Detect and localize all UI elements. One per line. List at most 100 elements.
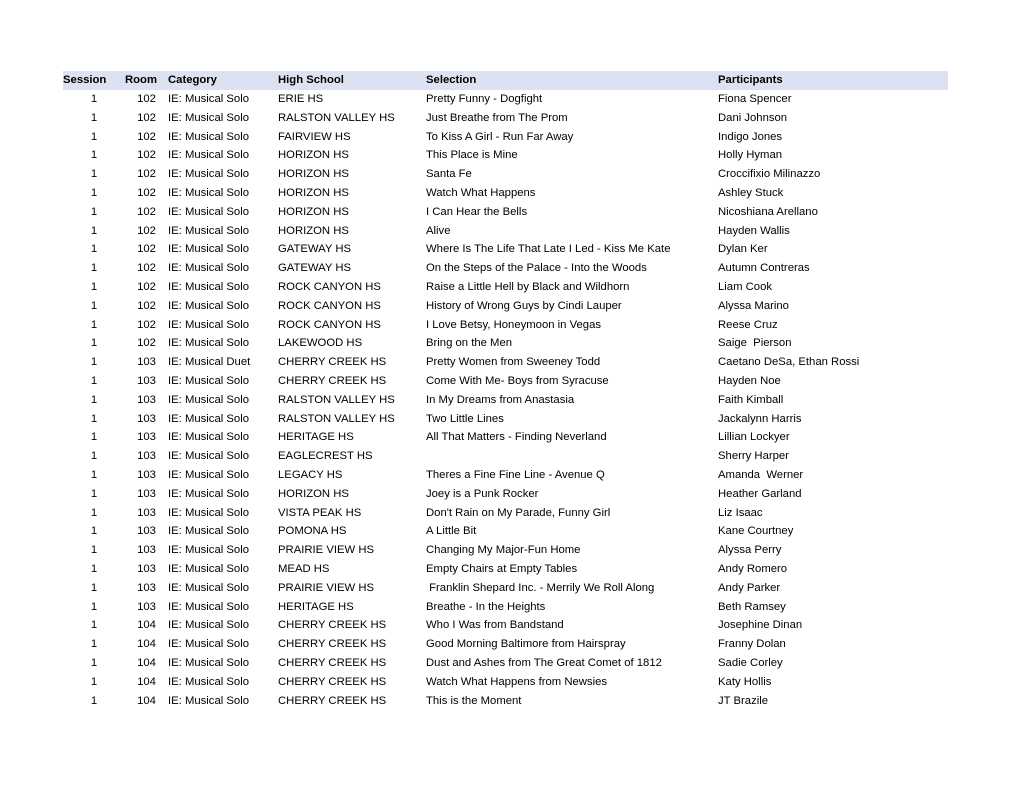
cell-session[interactable]: 1 (63, 504, 125, 523)
cell-session[interactable]: 1 (63, 692, 125, 711)
cell-high-school[interactable]: EAGLECREST HS (278, 447, 426, 466)
table-row[interactable]: 1 104 IE: Musical Solo CHERRY CREEK HS Watch… (63, 673, 948, 692)
cell-session[interactable]: 1 (63, 541, 125, 560)
cell-session[interactable]: 1 (63, 673, 125, 692)
cell-high-school[interactable]: RALSTON VALLEY HS (278, 109, 426, 128)
table-row[interactable]: 1 102 IE: Musical Solo ROCK CANYON HS Histor… (63, 297, 948, 316)
cell-category[interactable]: IE: Musical Solo (168, 184, 278, 203)
table-row[interactable]: 1 103 IE: Musical Solo LEGACY HS Theres a Fi… (63, 466, 948, 485)
cell-category[interactable]: IE: Musical Solo (168, 428, 278, 447)
cell-high-school[interactable]: ROCK CANYON HS (278, 316, 426, 335)
cell-room[interactable]: 103 (125, 560, 168, 579)
cell-high-school[interactable]: HORIZON HS (278, 485, 426, 504)
table-row[interactable]: 1 104 IE: Musical Solo CHERRY CREEK HS Who I… (63, 616, 948, 635)
cell-category[interactable]: IE: Musical Solo (168, 654, 278, 673)
cell-session[interactable]: 1 (63, 372, 125, 391)
column-header-high-school[interactable]: High School (278, 71, 426, 90)
cell-selection[interactable]: Alive (426, 222, 718, 241)
cell-high-school[interactable]: HERITAGE HS (278, 598, 426, 617)
table-row[interactable]: 1 102 IE: Musical Solo GATEWAY HS Where Is T… (63, 240, 948, 259)
cell-participants[interactable]: Saige Pierson (718, 334, 948, 353)
cell-category[interactable]: IE: Musical Solo (168, 616, 278, 635)
cell-room[interactable]: 103 (125, 522, 168, 541)
cell-selection[interactable]: Pretty Funny - Dogfight (426, 90, 718, 109)
cell-category[interactable]: IE: Musical Solo (168, 259, 278, 278)
cell-session[interactable]: 1 (63, 353, 125, 372)
cell-session[interactable]: 1 (63, 222, 125, 241)
table-row[interactable]: 1 103 IE: Musical Solo POMONA HS A Little Bi… (63, 522, 948, 541)
cell-category[interactable]: IE: Musical Duet (168, 353, 278, 372)
cell-room[interactable]: 104 (125, 616, 168, 635)
cell-participants[interactable]: Andy Parker (718, 579, 948, 598)
cell-participants[interactable]: Heather Garland (718, 485, 948, 504)
cell-session[interactable]: 1 (63, 522, 125, 541)
table-row[interactable]: 1 103 IE: Musical Solo HERITAGE HS All That … (63, 428, 948, 447)
cell-category[interactable]: IE: Musical Solo (168, 334, 278, 353)
cell-room[interactable]: 102 (125, 297, 168, 316)
cell-session[interactable]: 1 (63, 128, 125, 147)
cell-participants[interactable]: Indigo Jones (718, 128, 948, 147)
cell-category[interactable]: IE: Musical Solo (168, 598, 278, 617)
table-row[interactable]: 1 103 IE: Musical Solo RALSTON VALLEY HS In … (63, 391, 948, 410)
cell-room[interactable]: 103 (125, 541, 168, 560)
cell-session[interactable]: 1 (63, 146, 125, 165)
table-row[interactable]: 1 102 IE: Musical Solo HORIZON HS Alive Hayde… (63, 222, 948, 241)
cell-high-school[interactable]: GATEWAY HS (278, 259, 426, 278)
cell-session[interactable]: 1 (63, 466, 125, 485)
table-row[interactable]: 1 103 IE: Musical Solo PRAIRIE VIEW HS Chang… (63, 541, 948, 560)
cell-session[interactable]: 1 (63, 410, 125, 429)
cell-selection[interactable]: All That Matters - Finding Neverland (426, 428, 718, 447)
cell-category[interactable]: IE: Musical Solo (168, 579, 278, 598)
table-row[interactable]: 1 103 IE: Musical Solo EAGLECREST HS Sherry … (63, 447, 948, 466)
cell-room[interactable]: 102 (125, 240, 168, 259)
cell-high-school[interactable]: HORIZON HS (278, 184, 426, 203)
table-row[interactable]: 1 102 IE: Musical Solo RALSTON VALLEY HS Jus… (63, 109, 948, 128)
cell-participants[interactable]: Croccifixio Milinazzo (718, 165, 948, 184)
cell-category[interactable]: IE: Musical Solo (168, 541, 278, 560)
cell-selection[interactable]: Come With Me- Boys from Syracuse (426, 372, 718, 391)
cell-session[interactable]: 1 (63, 240, 125, 259)
table-row[interactable]: 1 103 IE: Musical Solo VISTA PEAK HS Don't R… (63, 504, 948, 523)
cell-high-school[interactable]: FAIRVIEW HS (278, 128, 426, 147)
cell-session[interactable]: 1 (63, 598, 125, 617)
cell-selection[interactable]: Who I Was from Bandstand (426, 616, 718, 635)
cell-high-school[interactable]: MEAD HS (278, 560, 426, 579)
cell-room[interactable]: 103 (125, 372, 168, 391)
cell-selection[interactable]: To Kiss A Girl - Run Far Away (426, 128, 718, 147)
cell-selection[interactable]: Good Morning Baltimore from Hairspray (426, 635, 718, 654)
table-row[interactable]: 1 102 IE: Musical Solo ROCK CANYON HS I Love… (63, 316, 948, 335)
cell-category[interactable]: IE: Musical Solo (168, 504, 278, 523)
cell-category[interactable]: IE: Musical Solo (168, 410, 278, 429)
cell-category[interactable]: IE: Musical Solo (168, 165, 278, 184)
cell-category[interactable]: IE: Musical Solo (168, 203, 278, 222)
cell-selection[interactable]: A Little Bit (426, 522, 718, 541)
table-row[interactable]: 1 102 IE: Musical Solo LAKEWOOD HS Bring on … (63, 334, 948, 353)
cell-session[interactable]: 1 (63, 165, 125, 184)
cell-session[interactable]: 1 (63, 297, 125, 316)
cell-room[interactable]: 103 (125, 466, 168, 485)
cell-participants[interactable]: Fiona Spencer (718, 90, 948, 109)
cell-category[interactable]: IE: Musical Solo (168, 278, 278, 297)
cell-high-school[interactable]: HORIZON HS (278, 222, 426, 241)
table-row[interactable]: 1 103 IE: Musical Solo CHERRY CREEK HS Come … (63, 372, 948, 391)
cell-selection[interactable]: Watch What Happens (426, 184, 718, 203)
cell-participants[interactable]: Lillian Lockyer (718, 428, 948, 447)
cell-selection[interactable]: Watch What Happens from Newsies (426, 673, 718, 692)
cell-room[interactable]: 103 (125, 447, 168, 466)
cell-participants[interactable]: Liam Cook (718, 278, 948, 297)
cell-category[interactable]: IE: Musical Solo (168, 316, 278, 335)
cell-high-school[interactable]: PRAIRIE VIEW HS (278, 579, 426, 598)
table-row[interactable]: 1 102 IE: Musical Solo HORIZON HS This Place… (63, 146, 948, 165)
cell-selection[interactable]: Theres a Fine Fine Line - Avenue Q (426, 466, 718, 485)
cell-high-school[interactable]: RALSTON VALLEY HS (278, 391, 426, 410)
cell-high-school[interactable]: CHERRY CREEK HS (278, 616, 426, 635)
cell-room[interactable]: 102 (125, 184, 168, 203)
cell-session[interactable]: 1 (63, 334, 125, 353)
cell-participants[interactable]: Autumn Contreras (718, 259, 948, 278)
cell-high-school[interactable]: POMONA HS (278, 522, 426, 541)
cell-category[interactable]: IE: Musical Solo (168, 109, 278, 128)
table-row[interactable]: 1 104 IE: Musical Solo CHERRY CREEK HS Good … (63, 635, 948, 654)
cell-participants[interactable]: Reese Cruz (718, 316, 948, 335)
cell-session[interactable]: 1 (63, 109, 125, 128)
cell-participants[interactable]: Kane Courtney (718, 522, 948, 541)
